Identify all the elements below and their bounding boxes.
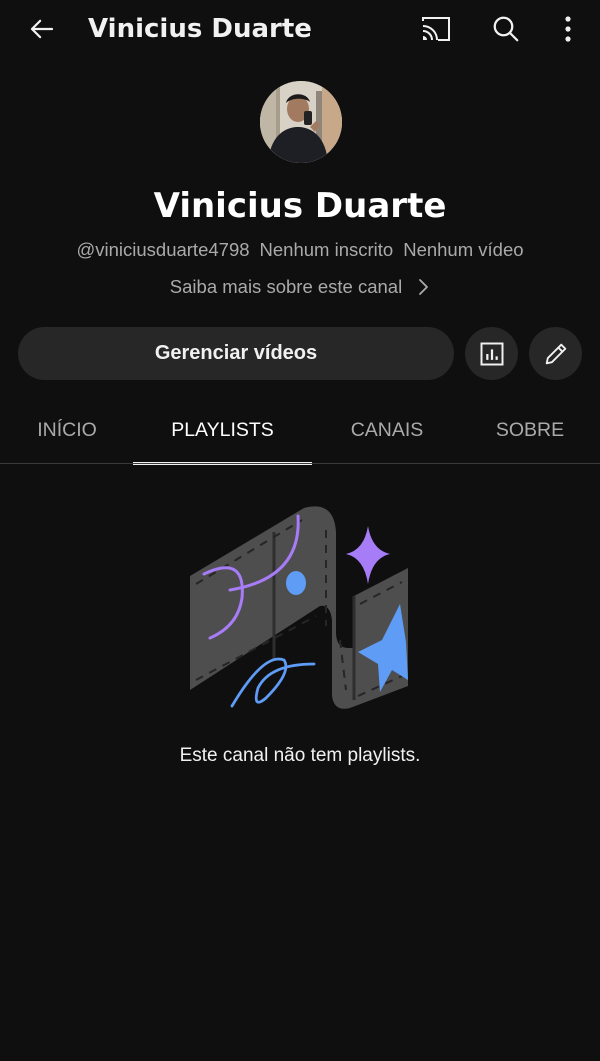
empty-state-message: Este canal não tem playlists. bbox=[179, 745, 421, 766]
arrow-left-icon bbox=[30, 19, 54, 39]
more-vert-icon bbox=[565, 16, 571, 42]
cast-button[interactable] bbox=[416, 10, 456, 48]
divider bbox=[0, 463, 600, 464]
more-options-button[interactable] bbox=[548, 10, 588, 48]
edit-channel-button[interactable] bbox=[529, 327, 582, 380]
channel-meta: @viniciusduarte4798 Nenhum inscrito Nenhum… bbox=[0, 238, 600, 262]
app-bar-title: Vinicius Duarte bbox=[88, 14, 312, 44]
app-bar: Vinicius Duarte bbox=[0, 0, 600, 58]
search-icon bbox=[493, 16, 519, 42]
tab-sobre[interactable]: SOBRE bbox=[480, 404, 580, 462]
subscriber-count: Nenhum inscrito bbox=[259, 239, 394, 260]
channel-handle: @viniciusduarte4798 bbox=[76, 239, 250, 260]
manage-videos-button[interactable]: Gerenciar vídeos bbox=[18, 327, 454, 380]
about-channel-link[interactable]: Saiba mais sobre este canal bbox=[0, 275, 600, 299]
about-channel-label: Saiba mais sobre este canal bbox=[169, 276, 403, 297]
profile-photo bbox=[260, 81, 342, 163]
analytics-icon bbox=[480, 342, 503, 365]
pencil-icon bbox=[545, 343, 566, 364]
channel-name: Vinicius Duarte bbox=[153, 186, 447, 226]
cast-icon bbox=[422, 17, 450, 41]
empty-playlists-illustration bbox=[186, 500, 414, 714]
video-count: Nenhum vídeo bbox=[403, 239, 524, 260]
analytics-button[interactable] bbox=[465, 327, 518, 380]
chevron-right-icon bbox=[419, 278, 429, 295]
tab-playlists[interactable]: PLAYLISTS bbox=[133, 404, 312, 462]
avatar[interactable] bbox=[260, 81, 342, 163]
back-button[interactable] bbox=[22, 10, 62, 48]
tab-canais[interactable]: CANAIS bbox=[336, 404, 438, 462]
tab-inicio[interactable]: INÍCIO bbox=[20, 404, 114, 462]
search-button[interactable] bbox=[486, 10, 526, 48]
channel-tabs: INÍCIO PLAYLISTS CANAIS SOBRE bbox=[0, 404, 600, 465]
